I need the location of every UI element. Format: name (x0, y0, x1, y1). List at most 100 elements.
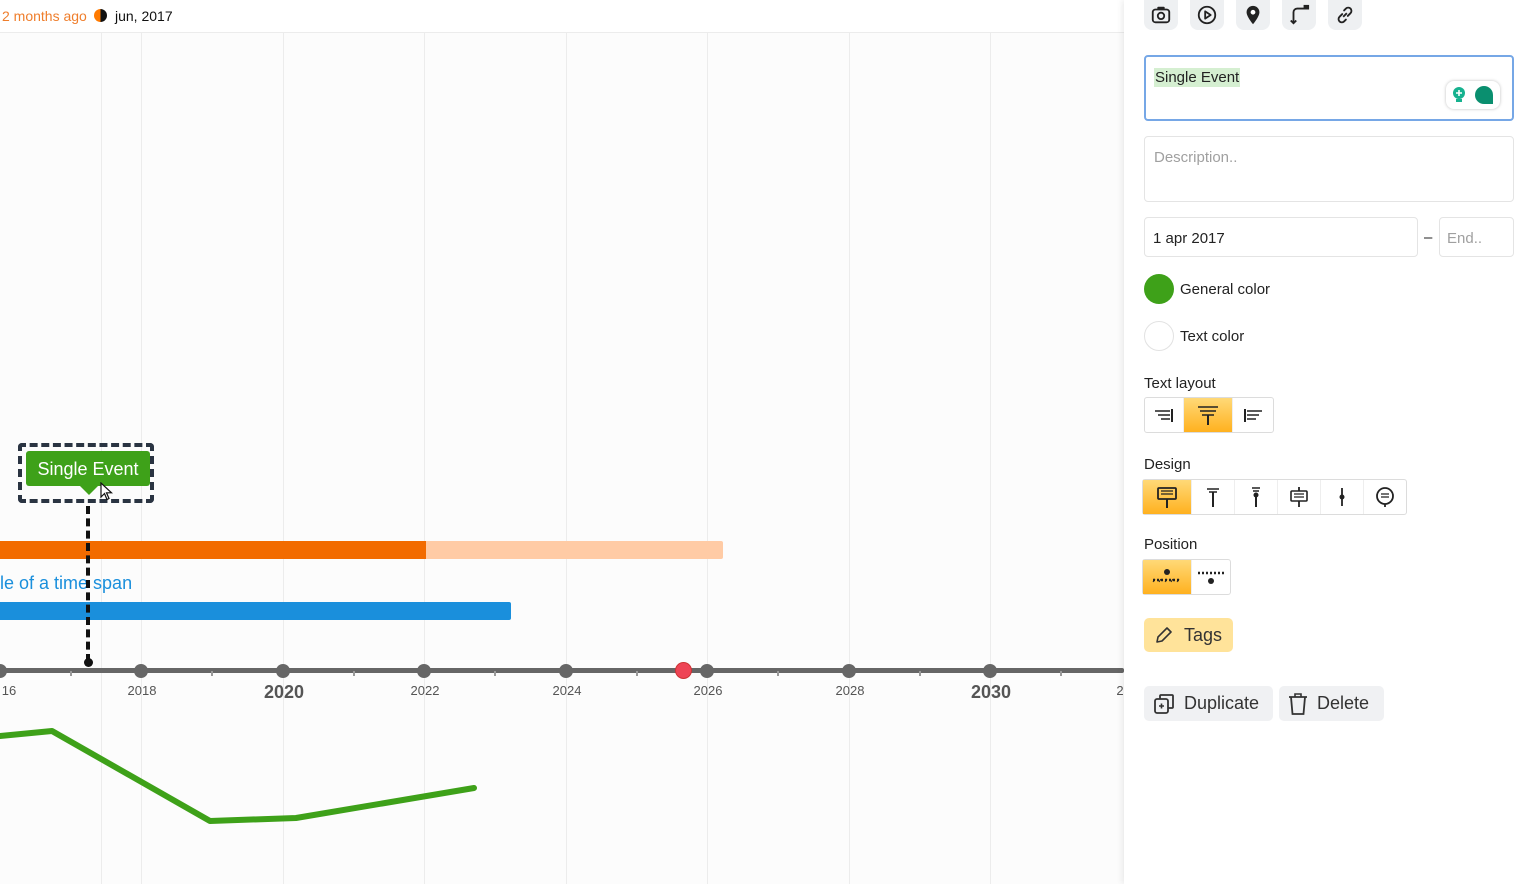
axis-tick (70, 671, 72, 676)
delete-button[interactable]: Delete (1279, 686, 1384, 721)
box-design-icon (1290, 487, 1308, 507)
trash-icon (1289, 692, 1307, 715)
axis-year-dot (983, 664, 997, 678)
year-label: 2024 (552, 683, 582, 698)
move-icon (1290, 4, 1310, 25)
series-line (0, 728, 477, 824)
general-color-swatch[interactable] (1144, 274, 1174, 304)
camera-icon (1151, 6, 1171, 24)
text-layout-title: Text layout (1144, 375, 1216, 392)
position-below-icon (1198, 571, 1224, 584)
text-layout-left-button[interactable] (1233, 398, 1273, 432)
axis-year-dot (276, 664, 290, 678)
description-placeholder: Description.. (1154, 149, 1238, 166)
align-right-icon (1155, 409, 1173, 422)
end-date-input[interactable]: End.. (1439, 217, 1514, 257)
add-link-button[interactable] (1328, 0, 1362, 30)
gridline (707, 32, 708, 884)
location-pin-icon (1246, 5, 1260, 25)
time-span-blue[interactable] (0, 602, 511, 620)
text-color-label: Text color (1180, 328, 1245, 345)
event-connector-line (86, 506, 90, 662)
current-date: jun, 2017 (115, 8, 173, 24)
axis-tick (777, 671, 779, 676)
today-marker[interactable] (676, 663, 691, 678)
dot-pin-icon (1252, 487, 1260, 507)
gridline (990, 32, 991, 884)
text-layout-center-button[interactable] (1184, 398, 1233, 432)
position-above-icon (1152, 569, 1181, 583)
timeline-canvas[interactable]: 2 months ago jun, 2017 le of a time span… (0, 0, 1124, 884)
axis-tick (211, 671, 213, 676)
axis-year-dot (417, 664, 431, 678)
writing-assistant-badge[interactable] (1446, 81, 1500, 109)
bubble-design-icon (1376, 487, 1394, 507)
time-span-orange[interactable] (0, 541, 426, 559)
gridline (849, 32, 850, 884)
general-color-label: General color (1180, 281, 1271, 298)
align-left-icon (1244, 409, 1262, 422)
design-dot-pin-button[interactable] (1235, 480, 1278, 514)
moon-phase-icon (94, 9, 107, 22)
description-input[interactable]: Description.. (1144, 136, 1514, 202)
lightbulb-icon (1453, 87, 1465, 102)
event-title-input[interactable]: Single Event (1144, 55, 1514, 121)
add-image-button[interactable] (1144, 0, 1178, 30)
end-date-placeholder: End.. (1447, 230, 1483, 247)
position-below-button[interactable] (1192, 560, 1230, 594)
flag-design-icon (1157, 487, 1177, 508)
play-icon (1197, 5, 1217, 25)
pencil-icon (1156, 627, 1172, 643)
timeline-topbar: 2 months ago jun, 2017 (0, 0, 1124, 33)
position-above-button[interactable] (1143, 560, 1192, 594)
tags-label: Tags (1184, 624, 1223, 645)
tags-button[interactable]: Tags (1144, 618, 1233, 652)
start-date-input[interactable]: 1 apr 2017 (1144, 217, 1418, 257)
time-span-orange-faded[interactable] (426, 541, 723, 559)
move-event-button[interactable] (1282, 0, 1316, 30)
text-layout-right-button[interactable] (1145, 398, 1184, 432)
axis-tick (919, 671, 921, 676)
event-editor-panel: Single Event Description.. 1 apr 2017 – … (1124, 0, 1522, 884)
axis-year-dot (559, 664, 573, 678)
delete-label: Delete (1317, 693, 1370, 713)
design-flag-button[interactable] (1143, 480, 1192, 514)
mouse-cursor-icon (100, 482, 114, 501)
design-box-button[interactable] (1278, 480, 1321, 514)
text-layout-group (1144, 397, 1274, 433)
event-title-value: Single Event (1154, 68, 1241, 87)
axis-tick (494, 671, 496, 676)
assistant-logo-icon (1475, 86, 1493, 104)
axis-year-dot (842, 664, 856, 678)
position-group (1142, 559, 1231, 595)
text-pin-icon (1207, 488, 1219, 507)
gridline (566, 32, 567, 884)
year-label: 2018 (127, 683, 157, 698)
axis-year-dot (700, 664, 714, 678)
duplicate-button[interactable]: Duplicate (1144, 686, 1273, 721)
year-label: 2026 (693, 683, 723, 698)
design-title: Design (1144, 456, 1191, 473)
design-minimal-button[interactable] (1321, 480, 1364, 514)
design-text-pin-button[interactable] (1192, 480, 1235, 514)
add-video-button[interactable] (1190, 0, 1224, 30)
year-label-major: 2020 (263, 682, 305, 702)
event-anchor-dot[interactable] (84, 658, 93, 667)
value-series-chart (0, 728, 477, 824)
position-title: Position (1144, 536, 1198, 553)
axis-year-dot (134, 664, 148, 678)
duplicate-icon (1154, 693, 1174, 714)
single-event-chip[interactable]: Single Event (26, 451, 150, 495)
minimal-pin-icon (1339, 488, 1345, 506)
start-date-value: 1 apr 2017 (1153, 230, 1225, 247)
year-label: 2022 (410, 683, 440, 698)
time-span-label[interactable]: le of a time span (0, 573, 132, 594)
date-separator: – (1424, 229, 1433, 246)
design-bubble-button[interactable] (1364, 480, 1406, 514)
align-center-icon (1198, 406, 1218, 425)
year-label: 2 (1116, 683, 1124, 698)
design-group (1142, 479, 1407, 515)
text-color-swatch[interactable] (1144, 321, 1174, 351)
add-location-button[interactable] (1236, 0, 1270, 30)
year-label-major: 2030 (970, 682, 1012, 702)
